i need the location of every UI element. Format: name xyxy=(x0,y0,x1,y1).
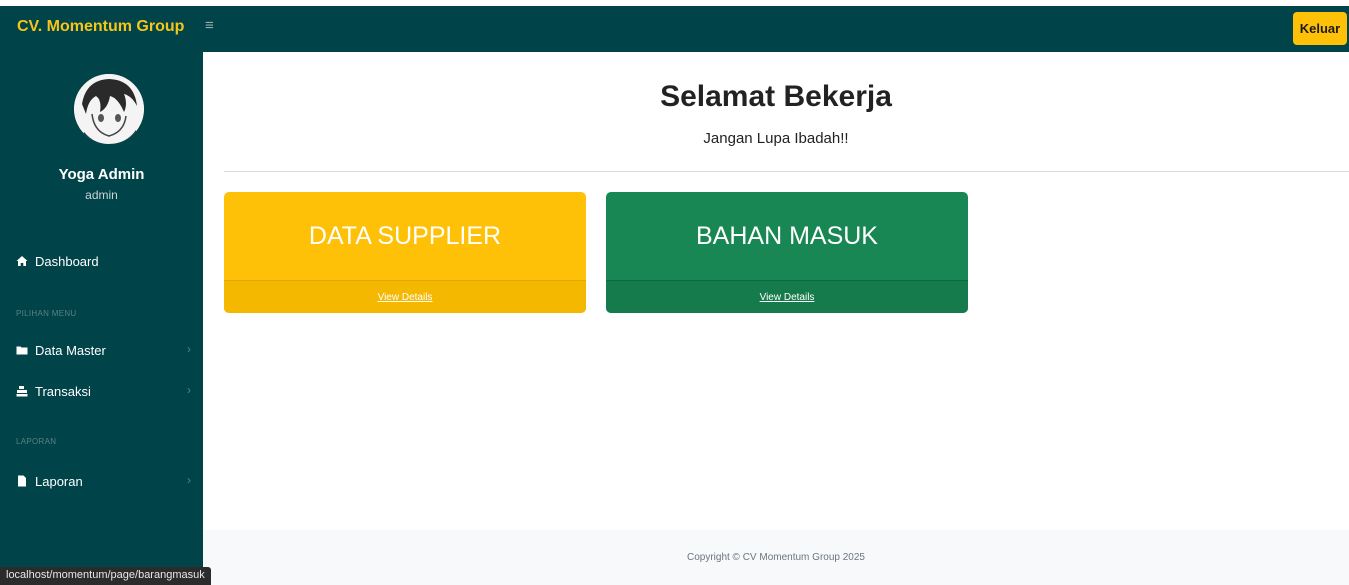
chevron-right-icon: › xyxy=(187,383,191,397)
menu-toggle-icon[interactable]: ≡ xyxy=(205,17,214,34)
sidebar: Yoga Admin admin Dashboard PILIHAN MENU … xyxy=(0,52,203,585)
card-footer: View Details xyxy=(224,280,586,313)
top-navbar: CV. Momentum Group ≡ Keluar xyxy=(0,6,1349,52)
user-role: admin xyxy=(85,188,118,202)
folder-icon xyxy=(16,346,28,355)
card-title: BAHAN MASUK xyxy=(696,222,878,250)
view-details-link[interactable]: View Details xyxy=(378,292,433,303)
user-name: Yoga Admin xyxy=(58,166,145,183)
brand-title[interactable]: CV. Momentum Group xyxy=(17,18,184,36)
sidebar-item-label: Transaksi xyxy=(35,383,91,399)
card-title: DATA SUPPLIER xyxy=(308,222,502,250)
card-footer: View Details xyxy=(606,280,968,313)
sidebar-item-dashboard[interactable]: Dashboard xyxy=(16,250,191,272)
view-details-link[interactable]: View Details xyxy=(760,292,815,303)
divider xyxy=(224,171,1349,172)
home-icon xyxy=(16,256,28,266)
sidebar-item-laporan[interactable]: Laporan › xyxy=(16,470,191,492)
cash-register-icon xyxy=(16,386,28,397)
sidebar-item-label: Data Master xyxy=(35,342,106,358)
avatar xyxy=(74,74,144,144)
data-supplier-card[interactable]: DATA SUPPLIER View Details xyxy=(224,192,586,313)
file-icon xyxy=(18,475,26,487)
page-subtitle: Jangan Lupa Ibadah!! xyxy=(703,130,849,147)
main-content: Selamat Bekerja Jangan Lupa Ibadah!! DAT… xyxy=(203,52,1349,585)
page-title: Selamat Bekerja xyxy=(660,80,892,113)
sidebar-item-data-master[interactable]: Data Master › xyxy=(16,339,191,361)
sidebar-item-transaksi[interactable]: Transaksi › xyxy=(16,380,191,402)
chevron-right-icon: › xyxy=(187,473,191,487)
bahan-masuk-card[interactable]: BAHAN MASUK View Details xyxy=(606,192,968,313)
sidebar-item-label: Dashboard xyxy=(35,253,99,269)
chevron-right-icon: › xyxy=(187,342,191,356)
section-label-report: LAPORAN xyxy=(16,437,57,446)
page-footer: Copyright © CV Momentum Group 2025 xyxy=(203,530,1349,585)
section-label-menu: PILIHAN MENU xyxy=(16,309,77,318)
logout-button[interactable]: Keluar xyxy=(1293,12,1347,45)
status-bar-url: localhost/momentum/page/barangmasuk xyxy=(0,567,211,585)
sidebar-item-label: Laporan xyxy=(35,473,83,489)
